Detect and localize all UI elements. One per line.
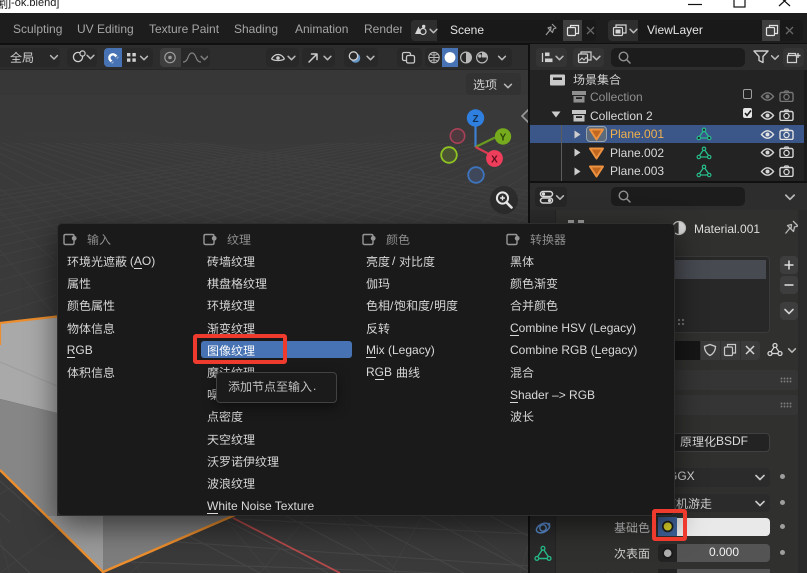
svg-text:Z: Z <box>472 114 478 125</box>
svg-text:Y: Y <box>500 133 507 144</box>
svg-text:X: X <box>491 155 498 166</box>
